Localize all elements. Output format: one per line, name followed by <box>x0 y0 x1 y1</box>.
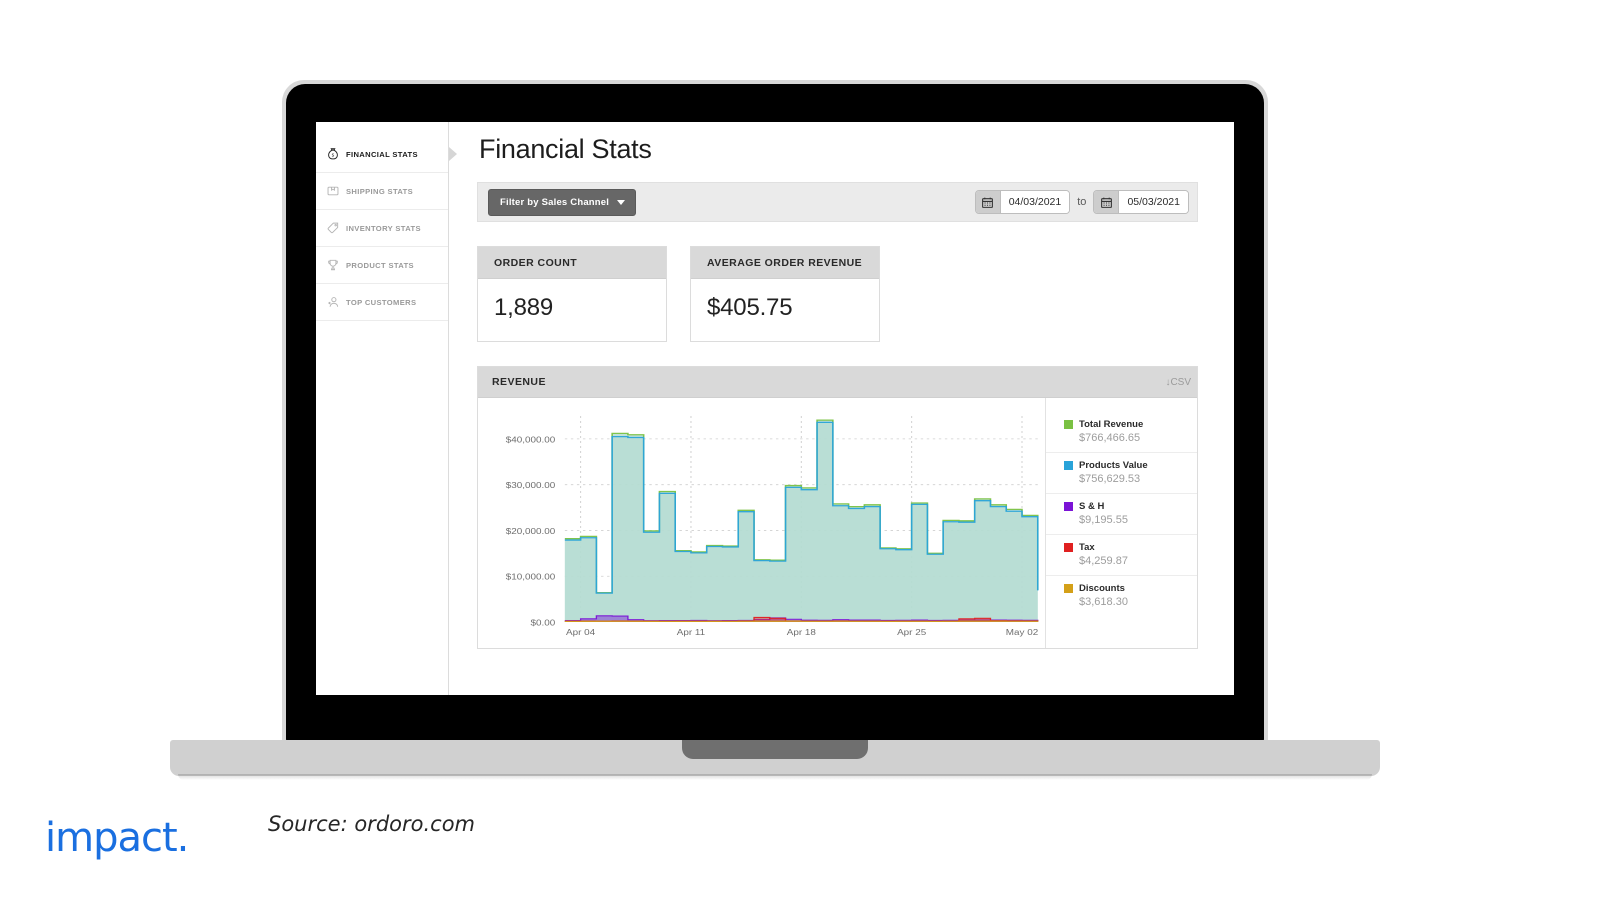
x-axis-tick-label: Apr 04 <box>566 628 595 637</box>
legend-item-header: S & H <box>1064 501 1187 512</box>
revenue-chart: $0.00 $10,000.00 $20,000.00 $30,000.00 $40,0… <box>478 398 1045 648</box>
kpi-card-order-count: ORDER COUNT 1,889 <box>477 246 667 342</box>
sidebar-item-label: FINANCIAL STATS <box>346 149 418 159</box>
tag-icon <box>326 221 340 235</box>
legend-item-name: Tax <box>1079 542 1095 553</box>
legend-item-name: Products Value <box>1079 460 1148 471</box>
kpi-cards: ORDER COUNT 1,889 AVERAGE ORDER REVENUE … <box>477 246 1198 342</box>
kpi-title: ORDER COUNT <box>478 247 666 279</box>
download-csv-link[interactable]: ↓CSV <box>1165 377 1191 388</box>
y-axis-tick-label: $30,000.00 <box>506 481 555 490</box>
date-range-to-label: to <box>1077 196 1087 208</box>
start-date-field[interactable]: 04/03/2021 <box>974 190 1071 214</box>
chart-legend: Total Revenue $766,466.65 Products Value $7… <box>1045 398 1197 648</box>
legend-item-value: $4,259.87 <box>1079 555 1128 567</box>
kpi-value: 1,889 <box>494 294 554 321</box>
revenue-panel: REVENUE ↓CSV $0.00 $10,000.00 $20,000.00 $3… <box>477 366 1198 649</box>
legend-item[interactable]: Tax $4,259.87 <box>1046 535 1197 576</box>
chart-line-discounts <box>564 620 1039 622</box>
calendar-icon-start[interactable] <box>975 191 1001 213</box>
y-axis-tick-label: $20,000.00 <box>506 527 555 536</box>
legend-item-header: Tax <box>1064 542 1187 553</box>
ordoro-app: $ FINANCIAL STATS SHIPPING STATS INVENTO… <box>316 122 1234 695</box>
calendar-icon <box>981 196 994 209</box>
legend-color-swatch <box>1064 543 1073 552</box>
filter-button-label: Filter by Sales Channel <box>500 196 610 208</box>
trophy-icon <box>326 258 340 272</box>
sidebar-item-inventory-stats[interactable]: INVENTORY STATS <box>316 210 448 247</box>
impact-logo: impact. <box>45 815 189 861</box>
end-date-value[interactable]: 05/03/2021 <box>1119 191 1188 213</box>
legend-item[interactable]: S & H $9,195.55 <box>1046 494 1197 535</box>
filter-by-sales-channel-button[interactable]: Filter by Sales Channel <box>488 188 637 216</box>
revenue-panel-header: REVENUE ↓CSV <box>478 367 1197 398</box>
laptop-notch <box>682 740 868 759</box>
legend-item-value: $766,466.65 <box>1079 432 1141 444</box>
legend-item[interactable]: Products Value $756,629.53 <box>1046 453 1197 494</box>
y-axis-tick-label: $10,000.00 <box>506 573 555 582</box>
legend-item-name: Total Revenue <box>1079 419 1144 430</box>
date-range-picker: 04/03/2021 to 05/03/2021 <box>974 190 1189 214</box>
laptop-base-shadow <box>178 774 1372 780</box>
legend-item[interactable]: Discounts $3,618.30 <box>1046 576 1197 616</box>
screenshot-root: $ FINANCIAL STATS SHIPPING STATS INVENTO… <box>0 0 1600 900</box>
legend-item-name: Discounts <box>1079 583 1125 594</box>
x-axis-tick-label: Apr 18 <box>787 628 816 637</box>
sidebar-item-financial-stats[interactable]: $ FINANCIAL STATS <box>316 136 457 173</box>
main-content: Financial Stats Filter by Sales Channel <box>449 122 1234 695</box>
legend-color-swatch <box>1064 461 1073 470</box>
legend-item-header: Total Revenue <box>1064 419 1187 430</box>
legend-item-header: Discounts <box>1064 583 1187 594</box>
filter-toolbar: Filter by Sales Channel 04/03/2021 to 05… <box>477 182 1198 222</box>
kpi-card-average-order-revenue: AVERAGE ORDER REVENUE $405.75 <box>690 246 880 342</box>
money-bag-icon: $ <box>326 147 340 161</box>
legend-color-swatch <box>1064 420 1073 429</box>
legend-color-swatch <box>1064 502 1073 511</box>
revenue-panel-title: REVENUE <box>492 376 546 388</box>
box-icon <box>326 184 340 198</box>
kpi-value: $405.75 <box>707 294 793 321</box>
y-axis-tick-label: $40,000.00 <box>506 435 555 444</box>
revenue-panel-body: $0.00 $10,000.00 $20,000.00 $30,000.00 $40,0… <box>478 398 1197 648</box>
sidebar-item-top-customers[interactable]: TOP CUSTOMERS <box>316 284 448 321</box>
start-date-value[interactable]: 04/03/2021 <box>1000 191 1070 213</box>
sidebar-item-label: SHIPPING STATS <box>346 186 414 196</box>
legend-item-name: S & H <box>1079 501 1105 512</box>
svg-text:$: $ <box>332 152 335 158</box>
y-axis-tick-label: $0.00 <box>530 618 555 627</box>
sidebar: $ FINANCIAL STATS SHIPPING STATS INVENTO… <box>316 122 457 695</box>
x-axis-tick-label: May 02 <box>1006 628 1038 637</box>
calendar-icon <box>1100 196 1113 209</box>
laptop-bezel: $ FINANCIAL STATS SHIPPING STATS INVENTO… <box>286 84 1264 741</box>
sidebar-item-product-stats[interactable]: PRODUCT STATS <box>316 247 448 284</box>
legend-item[interactable]: Total Revenue $766,466.65 <box>1046 412 1197 453</box>
sidebar-item-label: INVENTORY STATS <box>346 223 421 233</box>
end-date-field[interactable]: 05/03/2021 <box>1093 190 1189 214</box>
legend-item-value: $3,618.30 <box>1079 596 1128 608</box>
legend-item-header: Products Value <box>1064 460 1187 471</box>
sidebar-item-shipping-stats[interactable]: SHIPPING STATS <box>316 173 448 210</box>
laptop-screen: $ FINANCIAL STATS SHIPPING STATS INVENTO… <box>316 122 1234 695</box>
laptop-lid: $ FINANCIAL STATS SHIPPING STATS INVENTO… <box>282 80 1268 745</box>
calendar-icon-end[interactable] <box>1094 191 1120 213</box>
x-axis-tick-label: Apr 25 <box>897 628 926 637</box>
customer-icon <box>326 295 340 309</box>
legend-item-value: $756,629.53 <box>1079 473 1141 485</box>
legend-color-swatch <box>1064 584 1073 593</box>
laptop-mockup: $ FINANCIAL STATS SHIPPING STATS INVENTO… <box>170 80 1380 780</box>
sidebar-item-label: PRODUCT STATS <box>346 260 414 270</box>
page-title: Financial Stats <box>479 134 652 164</box>
sidebar-item-label: TOP CUSTOMERS <box>346 297 417 307</box>
x-axis-tick-label: Apr 11 <box>677 628 705 637</box>
kpi-title: AVERAGE ORDER REVENUE <box>691 247 879 279</box>
legend-item-value: $9,195.55 <box>1079 514 1128 526</box>
revenue-area-chart: $0.00 $10,000.00 $20,000.00 $30,000.00 $40,0… <box>506 416 1039 637</box>
source-caption: Source: ordoro.com <box>268 812 476 836</box>
chevron-down-icon <box>617 199 626 205</box>
